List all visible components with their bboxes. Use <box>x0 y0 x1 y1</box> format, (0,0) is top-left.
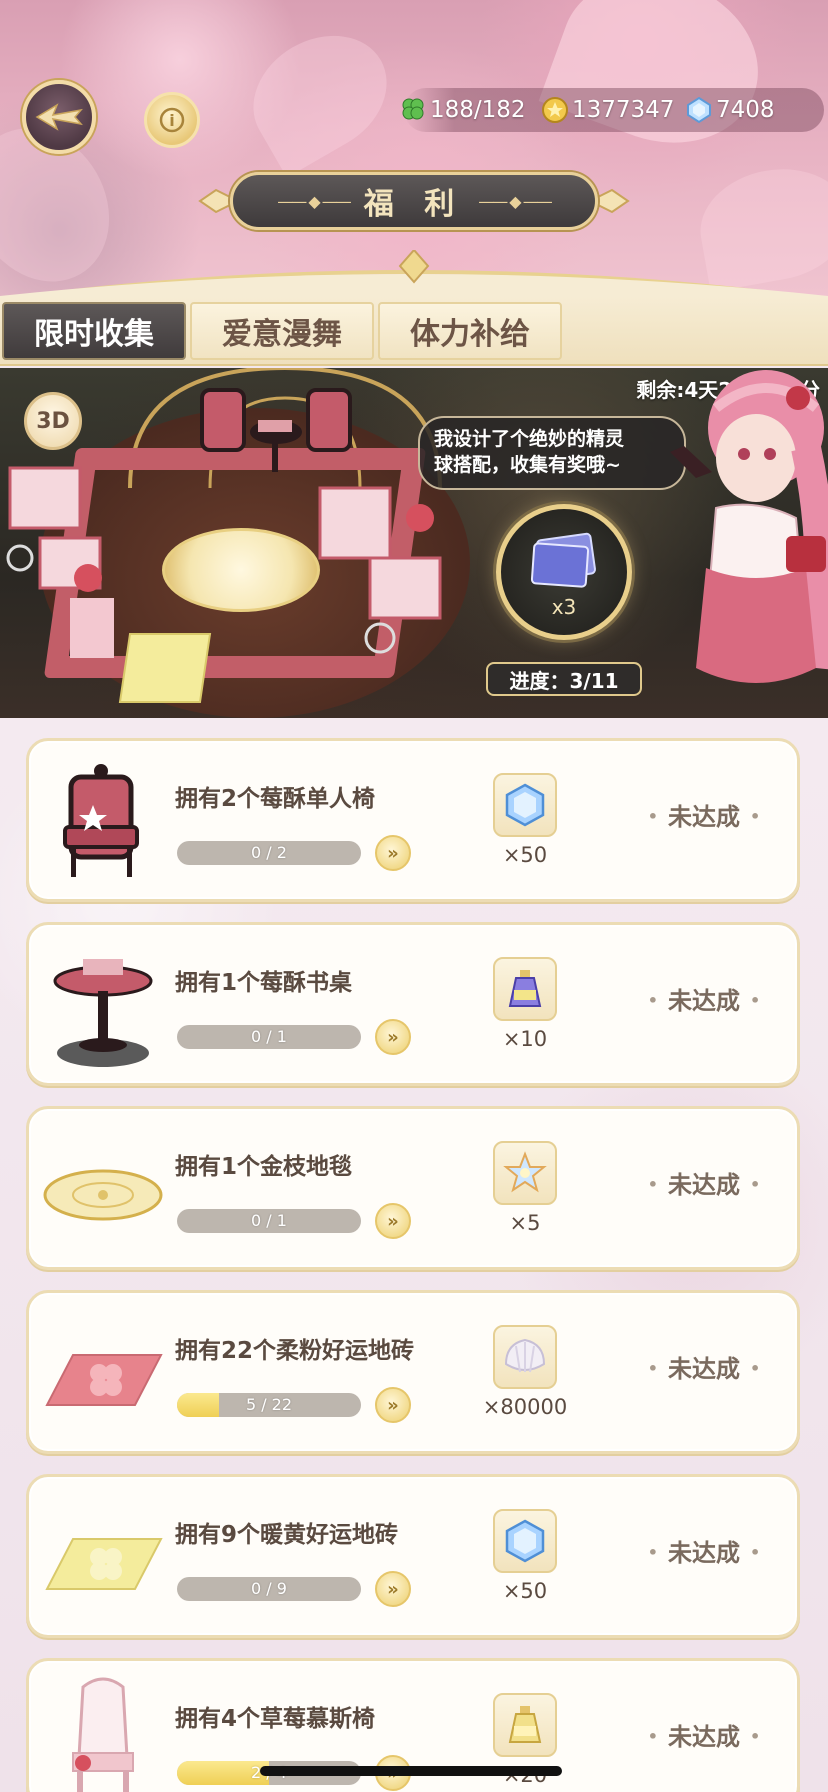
go-button[interactable]: » <box>375 835 411 871</box>
help-button[interactable]: i <box>144 92 200 148</box>
star-crystal-icon <box>503 1151 547 1193</box>
go-button[interactable]: » <box>375 1019 411 1055</box>
task-title: 拥有1个莓酥书桌 <box>175 970 353 996</box>
diamond-resource[interactable]: 7408 <box>684 92 775 128</box>
go-button[interactable]: » <box>375 1203 411 1239</box>
task-progress-text: 0 / 9 <box>251 1579 287 1598</box>
view-3d-button[interactable]: 3D <box>24 392 82 450</box>
pink-lucky-tile-thumbnail <box>45 1354 163 1406</box>
character-illustration <box>670 370 828 683</box>
collection-banner: 3D 剩余:4天21小时3分 我设计了个绝妙的精灵 球搭配，收集有奖哦~ x3 … <box>0 368 828 718</box>
potion-icon <box>508 970 542 1007</box>
reward-item[interactable] <box>493 1693 557 1757</box>
task-progress-bar: 0 / 9 <box>177 1577 361 1601</box>
speech-bubble: 我设计了个绝妙的精灵 球搭配，收集有奖哦~ <box>418 416 686 490</box>
tab-love-dance[interactable]: 爱意漫舞 <box>190 302 374 360</box>
task-status: 未达成 <box>629 1533 779 1568</box>
task-status: 未达成 <box>629 1165 779 1200</box>
double-chevron-right-icon: » <box>387 1210 399 1232</box>
home-indicator[interactable] <box>260 1766 562 1776</box>
gold-arc-divider <box>0 250 828 300</box>
petal-decoration <box>538 0 782 170</box>
task-title: 拥有1个金枝地毯 <box>175 1154 353 1180</box>
back-button[interactable] <box>22 80 96 154</box>
tab-limited-collection[interactable]: 限时收集 <box>2 302 186 360</box>
strawberry-armchair-thumbnail <box>63 764 139 877</box>
task-title: 拥有9个暖黄好运地砖 <box>175 1522 399 1548</box>
task-title: 拥有2个莓酥单人椅 <box>175 786 376 812</box>
task-status: 未达成 <box>629 797 779 832</box>
diamond-icon <box>684 95 714 125</box>
double-chevron-right-icon: » <box>387 1394 399 1416</box>
double-chevron-right-icon: » <box>387 1026 399 1048</box>
crystal-icon <box>505 783 545 827</box>
reward-count: ×80000 <box>482 1395 568 1419</box>
tab-bar: 限时收集 爱意漫舞 体力补给 <box>0 296 828 366</box>
double-chevron-right-icon: » <box>387 1578 399 1600</box>
final-reward-count: x3 <box>551 595 577 619</box>
gold-value: 1377347 <box>572 97 675 123</box>
reward-item[interactable] <box>493 1509 557 1573</box>
reward-count: ×50 <box>502 843 548 867</box>
golden-rug-thumbnail <box>43 1169 163 1221</box>
stamina-value: 188/182 <box>430 97 526 123</box>
task-progress-text: 5 / 22 <box>245 1395 293 1414</box>
collection-progress: 进度：3/11 <box>486 662 642 696</box>
stamina-resource[interactable]: 188/182 <box>398 92 526 128</box>
title-deco-left: —— ◆ —— <box>277 191 351 211</box>
reward-count: ×50 <box>502 1579 548 1603</box>
final-reward-button[interactable]: x3 <box>496 504 632 640</box>
task-progress-text: 0 / 2 <box>251 843 287 862</box>
reward-count: ×5 <box>509 1211 541 1235</box>
double-chevron-right-icon: » <box>387 842 399 864</box>
reward-count: ×10 <box>502 1027 548 1051</box>
petal-decoration <box>231 12 409 178</box>
task-card: 拥有1个金枝地毯 0 / 1 » ×5 未达成 <box>26 1106 800 1270</box>
shell-icon <box>504 1338 546 1373</box>
page-title: 福 利 <box>363 187 465 222</box>
strawberry-desk-thumbnail <box>53 959 153 1067</box>
potion-icon <box>508 1706 542 1743</box>
task-progress-text: 0 / 1 <box>251 1027 287 1046</box>
task-status: 未达成 <box>629 981 779 1016</box>
reward-item[interactable] <box>493 773 557 837</box>
task-title: 拥有4个草莓慕斯椅 <box>175 1706 376 1732</box>
task-progress-bar: 0 / 1 <box>177 1025 361 1049</box>
diamond-value: 7408 <box>716 97 775 123</box>
clover-icon <box>398 95 428 125</box>
task-status: 未达成 <box>629 1717 779 1752</box>
svg-text:i: i <box>169 111 174 130</box>
task-title: 拥有22个柔粉好运地砖 <box>175 1338 415 1364</box>
reward-item[interactable] <box>493 1325 557 1389</box>
task-status: 未达成 <box>629 1349 779 1384</box>
go-button[interactable]: » <box>375 1387 411 1423</box>
help-icon: i <box>159 107 185 133</box>
go-button[interactable]: » <box>375 1571 411 1607</box>
header-background: i 188/182 1377347 7408 —— ◆ —— 福 利 —— ◆ … <box>0 0 828 300</box>
gold-resource[interactable]: 1377347 <box>540 92 674 128</box>
task-progress-text: 0 / 1 <box>251 1211 287 1230</box>
speech-line-1: 我设计了个绝妙的精灵 <box>434 428 625 450</box>
yellow-lucky-tile-thumbnail <box>45 1538 163 1590</box>
tab-stamina-supply[interactable]: 体力补给 <box>378 302 562 360</box>
task-progress-bar: 5 / 22 <box>177 1393 361 1417</box>
task-progress-bar: 0 / 2 <box>177 841 361 865</box>
task-progress-bar: 0 / 1 <box>177 1209 361 1233</box>
task-card: 拥有9个暖黄好运地砖 0 / 9 » ×50 未达成 <box>26 1474 800 1638</box>
page-title-plate: —— ◆ —— 福 利 —— ◆ —— <box>230 172 598 230</box>
task-card: 拥有1个莓酥书桌 0 / 1 » ×10 未达成 <box>26 922 800 1086</box>
speech-line-2: 球搭配，收集有奖哦~ <box>434 454 621 476</box>
yellow-tile <box>118 633 212 703</box>
reward-item[interactable] <box>493 1141 557 1205</box>
crystal-icon <box>505 1519 545 1563</box>
reward-item[interactable] <box>493 957 557 1021</box>
task-card: 拥有2个莓酥单人椅 0 / 2 » ×50 未达成 <box>26 738 800 902</box>
task-card: 拥有22个柔粉好运地砖 5 / 22 » ×80000 未达成 <box>26 1290 800 1454</box>
strawberry-mousse-chair-thumbnail <box>72 1677 134 1792</box>
gold-coin-icon <box>540 95 570 125</box>
title-deco-right: —— ◆ —— <box>478 191 552 211</box>
back-arrow-icon <box>35 103 83 131</box>
moon-card-icon <box>530 532 596 588</box>
